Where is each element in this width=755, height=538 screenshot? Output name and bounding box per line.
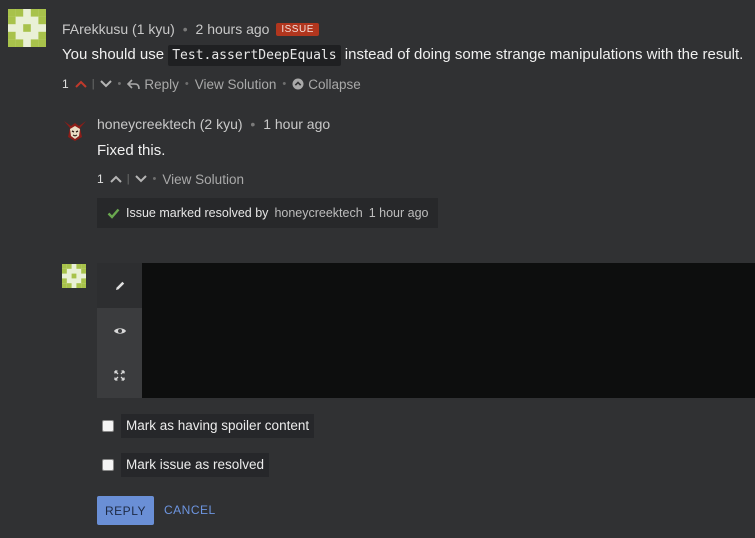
comment-avatar[interactable]	[8, 9, 46, 47]
collapse-icon	[292, 78, 304, 90]
issue-badge: ISSUE	[276, 23, 319, 36]
view-solution-link[interactable]: View Solution	[162, 172, 244, 187]
reply-username[interactable]: honeycreektech	[97, 116, 196, 132]
vote-count: 1	[62, 77, 69, 91]
comment-meta: FArekkusu (1 kyu) • 2 hours ago ISSUE	[62, 21, 319, 37]
collapse-label: Collapse	[308, 76, 361, 92]
resolve-label[interactable]: Mark issue as resolved	[121, 453, 270, 477]
write-tab[interactable]	[97, 263, 142, 308]
resolved-notice: Issue marked resolved by honeycreektech …	[97, 198, 439, 228]
spoiler-option: Mark as having spoiler content	[102, 414, 315, 438]
editor-toolbar	[97, 263, 142, 398]
pencil-icon	[115, 281, 124, 290]
downvote-icon[interactable]	[99, 80, 112, 88]
resolve-checkbox[interactable]	[102, 459, 114, 471]
reply-button[interactable]: REPLY	[97, 496, 154, 525]
downvote-icon[interactable]	[134, 175, 147, 183]
expand-icon	[114, 370, 125, 381]
reply-editor[interactable]	[142, 263, 755, 398]
comment-text-after: instead of doing some strange manipulati…	[344, 46, 744, 63]
inline-code: Test.assertDeepEquals	[168, 45, 341, 66]
comment-body: You should use Test.assertDeepEquals ins…	[62, 45, 744, 66]
reply-avatar[interactable]	[62, 117, 88, 143]
action-separator: •	[184, 78, 189, 90]
cancel-button[interactable]: CANCEL	[164, 503, 216, 517]
reply-time[interactable]: 1 hour ago	[263, 116, 330, 132]
upvote-icon[interactable]	[74, 80, 87, 88]
eye-icon	[113, 327, 126, 334]
resolved-by-user[interactable]: honeycreektech	[274, 206, 362, 220]
action-separator: •	[282, 78, 287, 90]
reply-link-label: Reply	[144, 76, 179, 92]
spoiler-label[interactable]: Mark as having spoiler content	[121, 414, 315, 438]
resolve-option: Mark issue as resolved	[102, 453, 270, 477]
fullscreen-tab[interactable]	[97, 353, 142, 398]
reply-icon	[127, 78, 141, 89]
spoiler-checkbox[interactable]	[102, 420, 114, 432]
comment-text-before: You should use	[62, 46, 165, 63]
comment-actions: 1 | • Reply • View Solution • Collapse	[62, 75, 361, 93]
reply-rank: (2 kyu)	[199, 116, 243, 132]
vote-divider: |	[126, 173, 130, 185]
vote-divider: |	[91, 78, 95, 90]
reply-actions: 1 | • View Solution	[97, 170, 244, 188]
resolved-text: Issue marked resolved by	[126, 206, 269, 220]
reply-meta: honeycreektech (2 kyu) • 1 hour ago	[97, 116, 330, 132]
collapse-link[interactable]: Collapse	[292, 77, 361, 92]
action-separator: •	[117, 78, 122, 90]
comment-username[interactable]: FArekkusu	[62, 21, 128, 37]
comment-rank: (1 kyu)	[132, 21, 175, 37]
reply-link[interactable]: Reply	[127, 77, 179, 92]
meta-separator: •	[182, 21, 188, 37]
check-icon	[107, 208, 120, 219]
vote-count: 1	[97, 172, 104, 186]
upvote-icon[interactable]	[109, 175, 122, 183]
reply-body: Fixed this.	[97, 142, 166, 159]
preview-tab[interactable]	[97, 308, 142, 353]
comment-time[interactable]: 2 hours ago	[196, 21, 270, 37]
meta-separator: •	[250, 116, 256, 132]
resolved-time: 1 hour ago	[368, 206, 429, 220]
composer-avatar	[62, 264, 86, 288]
view-solution-link[interactable]: View Solution	[195, 77, 277, 92]
action-separator: •	[152, 173, 157, 185]
